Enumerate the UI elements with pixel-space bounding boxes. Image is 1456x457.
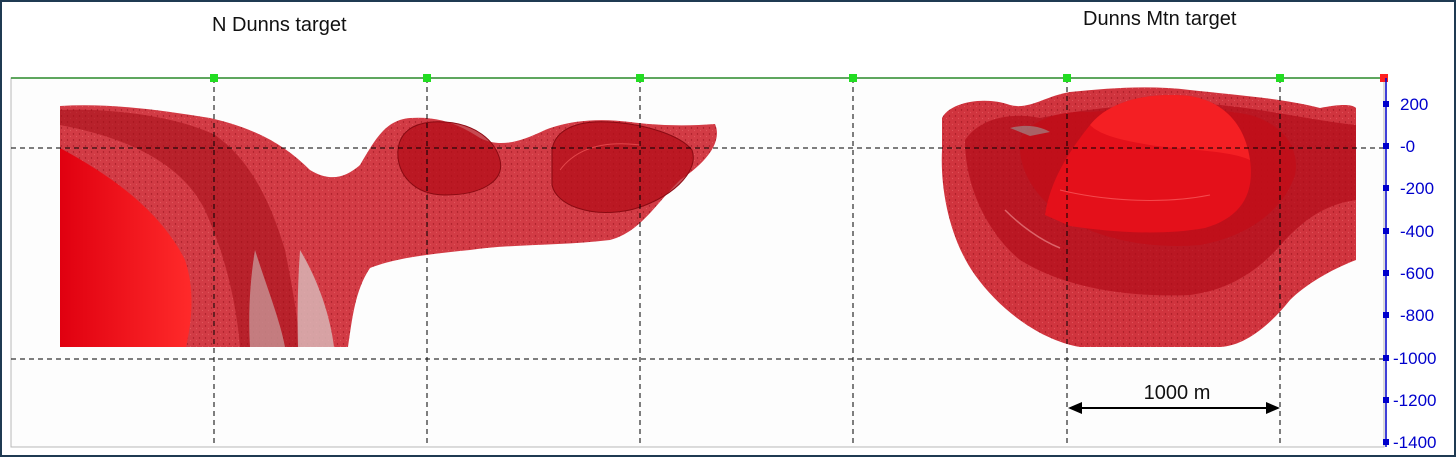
axis-label-m800: -800 <box>1400 306 1434 325</box>
marker-5 <box>1063 74 1071 82</box>
marker-1 <box>210 74 218 82</box>
axis-tick-0 <box>1383 143 1389 149</box>
axis-tick-m200 <box>1383 185 1389 191</box>
axis-label-m600: -600 <box>1400 264 1434 283</box>
axis-tick-m1200 <box>1383 397 1389 403</box>
marker-6 <box>1276 74 1284 82</box>
marker-end <box>1380 74 1388 82</box>
axis-label-m1000: -1000 <box>1393 349 1436 368</box>
marker-4 <box>849 74 857 82</box>
axis-label-0: -0 <box>1400 137 1415 156</box>
axis-label-200: 200 <box>1400 95 1428 114</box>
axis-label-m1400: -1400 <box>1393 433 1436 452</box>
axis-tick-m800 <box>1383 312 1389 318</box>
marker-2 <box>423 74 431 82</box>
axis-tick-m600 <box>1383 270 1389 276</box>
section-view: 200 -0 -200 -400 -600 -800 -1000 -1200 -… <box>10 74 1436 452</box>
marker-3 <box>636 74 644 82</box>
axis-tick-m1400 <box>1383 439 1389 445</box>
elevation-axis: 200 -0 -200 -400 -600 -800 -1000 -1200 -… <box>1383 78 1436 452</box>
axis-tick-m1000 <box>1383 355 1389 361</box>
axis-tick-200 <box>1383 101 1389 107</box>
scale-bar-label: 1000 m <box>1144 382 1211 404</box>
axis-label-m1200: -1200 <box>1393 391 1436 410</box>
axis-tick-m400 <box>1383 228 1389 234</box>
axis-label-m400: -400 <box>1400 222 1434 241</box>
axis-label-m200: -200 <box>1400 179 1434 198</box>
